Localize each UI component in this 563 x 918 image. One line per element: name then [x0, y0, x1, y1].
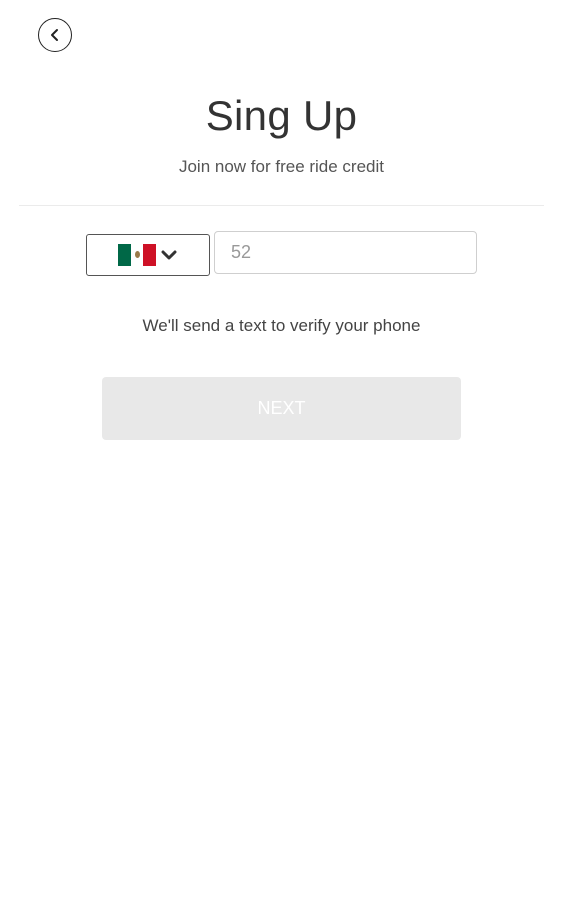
page-title: Sing Up — [205, 92, 358, 139]
chevron-left-icon — [48, 28, 62, 42]
verification-hint: We'll send a text to verify your phone — [142, 316, 421, 335]
next-button[interactable]: NEXT — [102, 377, 461, 440]
country-code-select[interactable] — [86, 234, 210, 276]
divider — [19, 205, 544, 206]
signup-page: Sing Up Join now for free ride credit We… — [0, 0, 563, 918]
page-subtitle: Join now for free ride credit — [178, 157, 385, 176]
mexico-flag-icon — [118, 244, 157, 266]
phone-number-input[interactable] — [214, 231, 477, 274]
back-button[interactable] — [38, 18, 72, 52]
chevron-down-icon — [160, 248, 178, 262]
